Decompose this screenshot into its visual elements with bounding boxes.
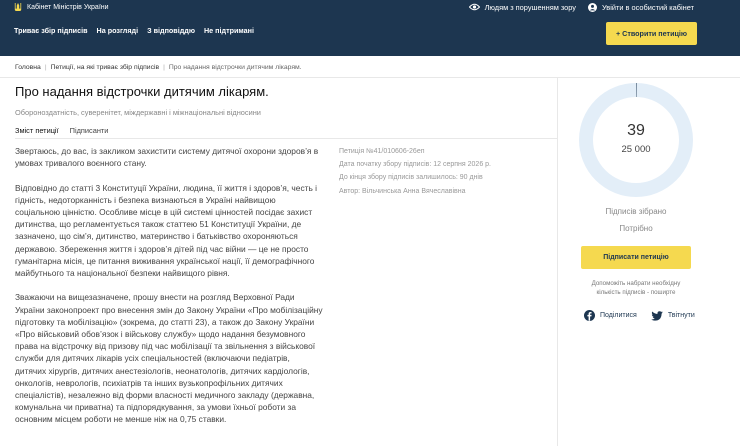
- progress-ring: [579, 83, 693, 197]
- facebook-icon: [584, 310, 595, 321]
- petition-author: Автор: Вільчинська Анна Вячеславівна: [339, 187, 466, 195]
- twitter-icon: [651, 310, 663, 321]
- eye-icon: [468, 3, 480, 11]
- petition-days-left: До кінця збору підписів залишилось: 90 д…: [339, 174, 483, 182]
- login-link-label: Увійти в особистий кабінет: [602, 2, 694, 12]
- signature-count: 39: [627, 122, 645, 139]
- help-text: Допоможіть набрати необхідну кількість п…: [591, 280, 681, 296]
- facebook-share-label: Поділитися: [600, 312, 637, 319]
- petition-paragraph: Відповідно до статті 3 Конституції Украї…: [15, 182, 318, 279]
- top-links: Людям з порушенням зору Увійти в особист…: [457, 1, 694, 13]
- nav-answered[interactable]: З відповіддю: [147, 26, 195, 35]
- create-petition-button[interactable]: + Створити петицію: [606, 22, 697, 45]
- breadcrumb: Головна | Петиції, на які триває збір пі…: [15, 64, 302, 71]
- sign-petition-button[interactable]: Підписати петицію: [581, 246, 691, 269]
- signatures-needed-label: Потрібно: [619, 224, 653, 233]
- twitter-share-label: Твітнути: [667, 312, 695, 319]
- nav-rejected[interactable]: Не підтримані: [204, 26, 254, 35]
- petition-topics: Обороноздатність, суверенітет, міждержав…: [15, 108, 261, 117]
- petition-number: Петиція №41/010606-26еп: [339, 148, 425, 155]
- breadcrumb-current: Про надання відстрочки дитячим лікарям.: [168, 64, 302, 71]
- breadcrumb-separator: |: [163, 64, 165, 71]
- petition-start-date: Дата початку збору підписів: 12 серпня 2…: [339, 161, 492, 169]
- accessibility-link-label: Людям з порушенням зору: [484, 2, 576, 12]
- petition-paragraph: Зважаючи на вищезазначене, прошу внести …: [15, 292, 323, 425]
- trident-icon: [14, 3, 22, 11]
- nav-under-review[interactable]: На розгляді: [97, 26, 139, 35]
- share-buttons: Поділитися Твітнути: [584, 310, 695, 321]
- accessibility-link[interactable]: Людям з порушенням зору: [468, 2, 576, 12]
- petition-paragraph: Звертаюсь, до вас, із закликом захистити…: [15, 146, 319, 169]
- user-icon: [588, 2, 597, 12]
- sidebar-divider: [557, 78, 558, 446]
- twitter-share-button[interactable]: Твітнути: [651, 310, 695, 321]
- brand-title: Кабінет Міністрів України: [27, 3, 109, 11]
- petition-text: Звертаюсь, до вас, із закликом захистити…: [15, 145, 323, 438]
- breadcrumb-collecting[interactable]: Петиції, на які триває збір підписів: [51, 64, 160, 71]
- petition-meta: Петиція №41/010606-26еп Дата початку збо…: [339, 145, 491, 198]
- breadcrumb-separator: |: [44, 64, 47, 71]
- signatures-collected-label: Підписів зібрано: [605, 207, 667, 216]
- facebook-share-button[interactable]: Поділитися: [584, 310, 637, 321]
- brand[interactable]: Кабінет Міністрів України: [14, 1, 109, 13]
- page-title: Про надання відстрочки дитячим лікарям.: [15, 84, 269, 99]
- divider: [15, 138, 557, 139]
- top-header: Кабінет Міністрів України Людям з поруше…: [0, 0, 740, 56]
- divider: [0, 77, 740, 78]
- breadcrumb-home[interactable]: Головна: [15, 64, 41, 71]
- signature-goal: 25 000: [621, 144, 651, 155]
- login-link[interactable]: Увійти в особистий кабінет: [588, 2, 694, 12]
- main-nav: Триває збір підписів На розгляді З відпо…: [14, 26, 263, 35]
- nav-collecting[interactable]: Триває збір підписів: [14, 26, 88, 35]
